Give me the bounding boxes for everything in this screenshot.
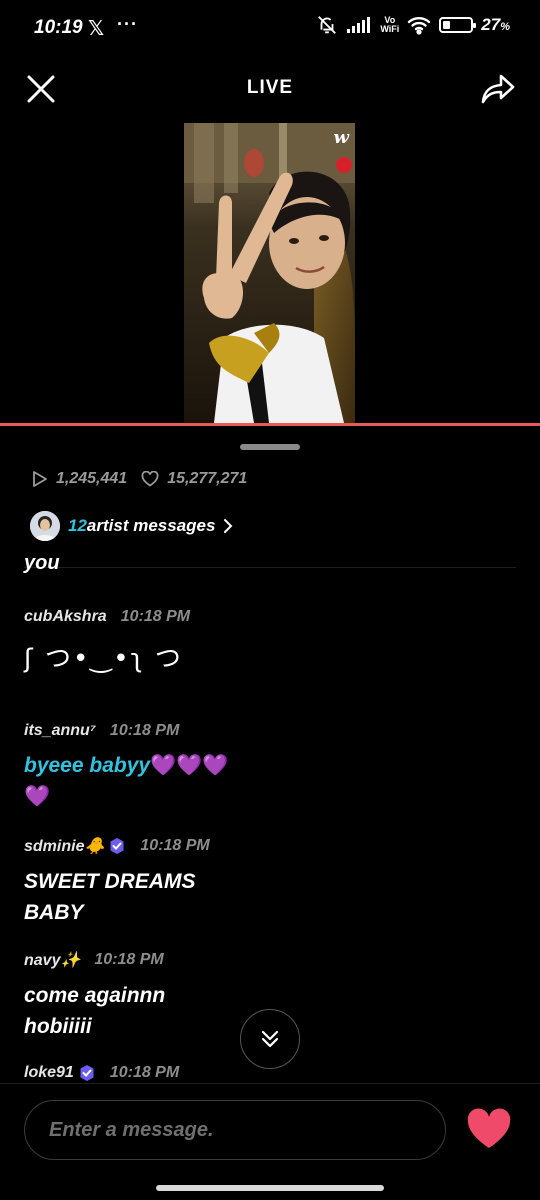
share-icon[interactable] [480, 72, 516, 106]
signal-icon [347, 17, 371, 33]
message-line: come againnn [24, 984, 166, 1007]
video-frame [184, 123, 355, 423]
status-icons: Vo WiFi 27% [316, 14, 510, 36]
chat-message: loke91 10:18 PM [24, 1064, 484, 1082]
purple-hearts: 💜💜💜 [150, 754, 229, 777]
heart-icon[interactable] [466, 1108, 512, 1150]
battery-icon [439, 17, 477, 33]
artist-messages-link[interactable]: 12 artist messages [30, 511, 233, 541]
weverse-logo: w [333, 127, 350, 148]
message-username[interactable]: loke91 [24, 1064, 74, 1082]
vowifi-bottom: WiFi [380, 24, 400, 34]
battery-fill [443, 21, 451, 29]
message-time: 10:18 PM [109, 722, 180, 739]
message-meta: sdminie🐥 10:18 PM [24, 836, 484, 856]
message-time: 10:18 PM [140, 837, 210, 854]
message-line: hobiiiii [24, 1015, 92, 1038]
live-header: LIVE [0, 60, 540, 116]
vowifi-icon: Vo WiFi [380, 16, 399, 34]
message-input[interactable] [24, 1100, 446, 1160]
verified-badge-icon [110, 838, 124, 854]
message-username[interactable]: sdminie🐥 [24, 836, 104, 856]
wifi-icon [408, 17, 431, 35]
message-meta: navy✨ 10:18 PM [24, 950, 484, 970]
message-username[interactable]: navy✨ [24, 950, 80, 970]
chat-list[interactable]: you cubAkshra 10:18 PM ʃ つ•‿•ʅ つ its_ann… [0, 556, 540, 1083]
message-line: SWEET DREAMS [24, 870, 196, 893]
play-count: 1,245,441 [56, 470, 128, 487]
battery-percent: 27% [481, 15, 510, 35]
mute-bell-icon [318, 16, 337, 34]
artist-messages-label: artist messages [86, 516, 216, 535]
chat-message: cubAkshra 10:18 PM ʃ つ•‿•ʅ つ [24, 608, 484, 675]
message-username[interactable]: its_annu⁷ [24, 722, 96, 740]
scroll-to-bottom-button[interactable] [240, 1009, 300, 1069]
more-notifications-icon: ··· [117, 14, 138, 34]
purple-heart: 💜 [24, 785, 51, 808]
artist-message-count: 12 [68, 516, 87, 535]
chat-message: its_annu⁷ 10:18 PM byeee babyy💜💜💜 💜 [24, 722, 484, 812]
message-meta: cubAkshra 10:18 PM [24, 608, 484, 626]
like-count: 15,277,271 [167, 470, 248, 487]
chevron-right-icon [224, 519, 233, 533]
message-body: ʃ つ•‿•ʅ つ [24, 644, 183, 674]
play-icon [33, 471, 47, 487]
page-title: LIVE [246, 77, 294, 98]
drag-handle[interactable] [240, 444, 300, 450]
bottom-divider [0, 1083, 540, 1084]
status-bar: 10:19 𝕏 ··· Vo WiFi 27% [0, 0, 540, 60]
status-time: 10:19 [34, 17, 83, 38]
message-body: SWEET DREAMS BABY [24, 866, 484, 928]
partial-message: you [24, 556, 60, 574]
chat-message: sdminie🐥 10:18 PM SWEET DREAMS BABY [24, 836, 484, 928]
message-username[interactable]: cubAkshra [24, 608, 107, 626]
message-body: byeee babyy💜💜💜 💜 [24, 750, 484, 812]
battery-cap [473, 23, 477, 28]
live-stats: 1,245,441 15,277,271 [32, 470, 247, 488]
battery-percent-suffix: % [500, 21, 510, 33]
battery-percent-value: 27 [481, 15, 501, 34]
live-video[interactable]: w [184, 123, 355, 423]
message-time: 10:18 PM [120, 608, 191, 625]
home-indicator[interactable] [156, 1185, 384, 1191]
message-time: 10:18 PM [109, 1064, 180, 1081]
message-meta: its_annu⁷ 10:18 PM [24, 722, 484, 740]
double-chevron-down-icon [261, 1030, 279, 1048]
heart-outline-icon [141, 471, 159, 487]
message-text: byeee babyy [24, 754, 151, 777]
message-meta: loke91 10:18 PM [24, 1064, 484, 1082]
verified-badge-icon [80, 1065, 94, 1081]
message-line: BABY [24, 901, 84, 924]
video-progress-line [0, 423, 540, 426]
message-time: 10:18 PM [94, 951, 164, 968]
x-app-icon: 𝕏 [88, 18, 105, 40]
artist-avatar [30, 511, 60, 541]
